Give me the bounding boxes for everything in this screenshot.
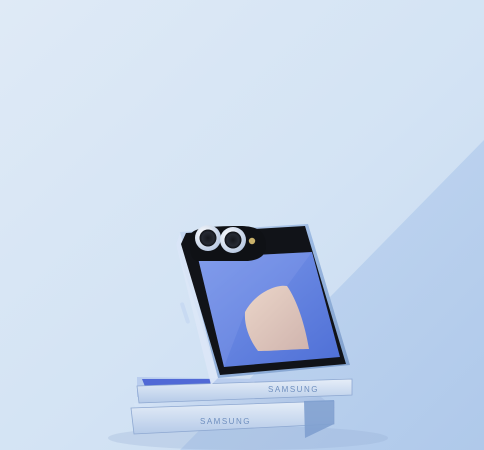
product-photo-svg: SAMSUNG SAMSUNG <box>0 0 484 450</box>
upper-samsung-logo: SAMSUNG <box>268 385 319 394</box>
lower-samsung-logo: SAMSUNG <box>200 417 251 426</box>
camera-lens-left <box>199 229 217 247</box>
product-photo-scene: SAMSUNG SAMSUNG <box>0 0 484 450</box>
camera-flash <box>248 237 256 245</box>
camera-lens-right <box>224 231 242 249</box>
